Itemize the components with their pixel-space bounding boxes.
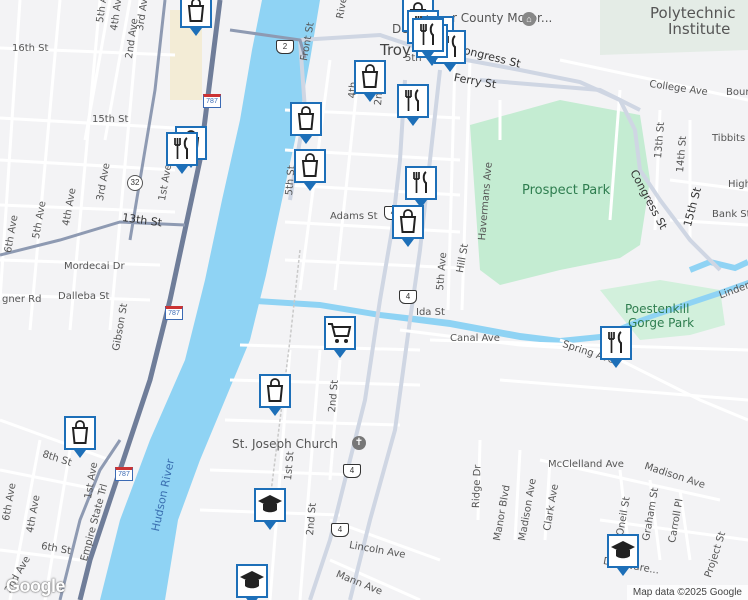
map-marker-restaurant[interactable] <box>164 130 200 176</box>
restaurant-icon <box>600 326 632 368</box>
street-label-canal: Canal Ave <box>450 333 500 344</box>
shopping-cart-icon <box>324 316 356 358</box>
street-label-dalleba: Dalleba St <box>58 291 110 302</box>
street-label-15th: 15th St <box>92 114 129 125</box>
shopping-bag-icon <box>64 416 96 458</box>
place-label-poestenkill-line2[interactable]: Gorge Park <box>628 317 694 329</box>
street-label-bour: Bour <box>726 87 748 98</box>
place-label-prospect-park[interactable]: Prospect Park <box>522 184 610 197</box>
map-canvas[interactable]: Troy Polytechnic Institute Prospect Park… <box>0 0 748 600</box>
shopping-bag-icon <box>180 0 212 36</box>
street-label-mcclelland: McClelland Ave <box>548 459 624 470</box>
map-marker-school[interactable] <box>605 532 641 578</box>
map-marker-shopping-cart[interactable] <box>322 314 358 360</box>
map-marker-shopping-bag[interactable] <box>257 372 293 418</box>
map-marker-restaurant[interactable] <box>410 16 446 62</box>
church-icon: ✝ <box>352 436 366 450</box>
restaurant-icon <box>412 18 444 60</box>
map-attribution[interactable]: Map data ©2025 Google <box>626 585 748 600</box>
street-label-gner: gner Rd <box>2 294 42 305</box>
map-marker-shopping-bag[interactable] <box>390 203 426 249</box>
street-label-bank: Bank St <box>712 209 748 220</box>
street-label-tibbits: Tibbits <box>712 133 746 144</box>
street-label-16th: 16th St <box>12 43 49 54</box>
map-marker-shopping-bag[interactable] <box>178 0 214 38</box>
restaurant-icon <box>166 132 198 174</box>
school-icon <box>254 488 286 530</box>
route-2-shield: 2 <box>276 40 294 54</box>
shopping-bag-icon <box>259 374 291 416</box>
street-label-mordecai: Mordecai Dr <box>64 261 125 272</box>
shopping-bag-icon <box>354 60 386 102</box>
route-4-shield-b: 4 <box>343 464 361 478</box>
shopping-bag-icon <box>290 102 322 144</box>
place-label-polytechnic-line1: Polytechnic <box>650 4 736 22</box>
street-label-adams: Adams St <box>330 211 378 222</box>
google-logo: Google <box>6 576 66 596</box>
route-4-shield-a: 4 <box>399 290 417 304</box>
place-label-poestenkill-line1[interactable]: Poestenkill <box>625 303 689 315</box>
map-marker-restaurant[interactable] <box>598 324 634 370</box>
map-marker-school[interactable] <box>234 562 270 600</box>
shopping-bag-icon <box>294 149 326 191</box>
place-label-county-motor[interactable]: r County Motor... <box>452 12 552 24</box>
route-4-shield-c: 4 <box>331 523 349 537</box>
shopping-bag-icon <box>392 205 424 247</box>
map-marker-restaurant[interactable] <box>395 82 431 128</box>
interstate-787-shield-b: 787 <box>165 306 183 320</box>
school-icon <box>607 534 639 576</box>
street-label-ida: Ida St <box>416 307 445 318</box>
map-marker-shopping-bag[interactable] <box>352 58 388 104</box>
museum-icon: ⌂ <box>522 12 536 26</box>
map-marker-shopping-bag[interactable] <box>288 100 324 146</box>
place-label-st-joseph[interactable]: St. Joseph Church <box>232 438 338 450</box>
street-label-ridge: Ridge Dr <box>471 464 484 509</box>
restaurant-icon <box>397 84 429 126</box>
school-icon <box>236 564 268 600</box>
map-marker-shopping-bag[interactable] <box>292 147 328 193</box>
place-label-polytechnic-line2: Institute <box>668 20 731 38</box>
map-marker-school[interactable] <box>252 486 288 532</box>
interstate-787-shield-a: 787 <box>203 94 221 108</box>
route-32-shield: 32 <box>127 175 143 191</box>
street-label-high: High <box>728 179 748 190</box>
map-marker-shopping-bag[interactable] <box>62 414 98 460</box>
interstate-787-shield-c: 787 <box>115 467 133 481</box>
